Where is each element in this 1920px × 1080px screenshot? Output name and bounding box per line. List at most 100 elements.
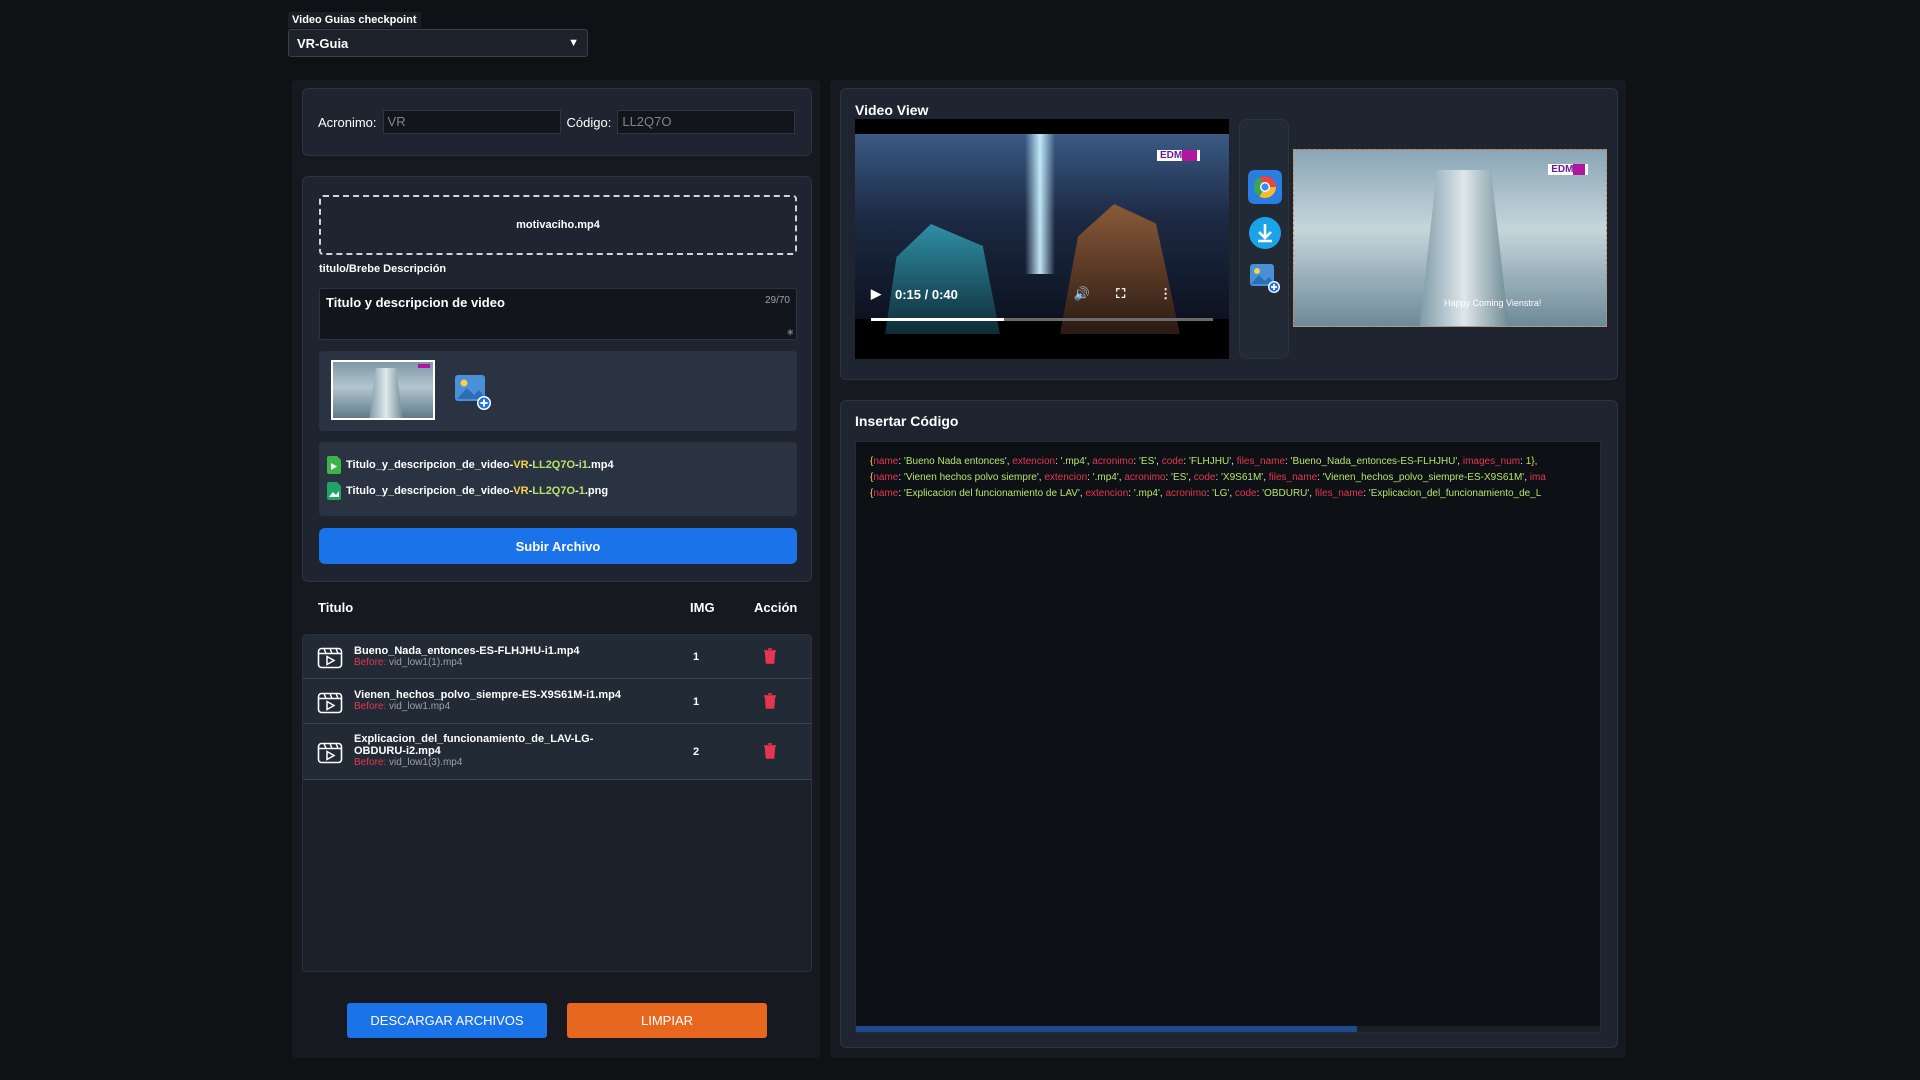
file-acronimo: VR xyxy=(513,459,529,471)
row-img-count: 1 xyxy=(693,696,700,708)
code-token: 'Explicacion del funcionamiento de LAV' xyxy=(903,488,1080,499)
file-code: LL2Q7O xyxy=(532,485,576,497)
download-icon[interactable] xyxy=(1248,216,1282,250)
file-suffix: i1 xyxy=(578,459,588,471)
generated-files-list: Titulo_y_descripcion_de_video-VR-LL2Q7O-… xyxy=(319,442,797,516)
video-view-card: Video View EDM ▶ 0:15 / 0:40 🔊 ⛶ ⋮ EDM H… xyxy=(840,88,1618,380)
add-image-icon[interactable] xyxy=(453,371,493,411)
fullscreen-icon[interactable]: ⛶ xyxy=(1116,286,1125,302)
code-token: '.mp4' xyxy=(1133,488,1160,499)
chrome-icon[interactable] xyxy=(1248,170,1282,204)
captured-frame[interactable]: EDM Happy Coming Vienstra! xyxy=(1293,149,1607,327)
video-table: Bueno_Nada_entonces-ES-FLHJHU-i1.mp4 Befo… xyxy=(302,634,812,972)
code-token: '.mp4' xyxy=(1060,456,1087,467)
still-caption: Happy Coming Vienstra! xyxy=(1444,298,1542,308)
code-token: name xyxy=(873,472,899,483)
code-token: 'X9S61M' xyxy=(1221,472,1264,483)
video-icon xyxy=(317,692,343,714)
code-token: extencion xyxy=(1085,488,1129,499)
column-header-titulo: Titulo xyxy=(318,600,354,615)
acronimo-input[interactable]: VR xyxy=(382,110,561,134)
code-token: name xyxy=(873,488,899,499)
guide-select[interactable]: VR-Guia ▼ xyxy=(288,29,588,57)
video-watermark: EDM xyxy=(1157,150,1200,161)
code-token: 'ES' xyxy=(1138,456,1157,467)
code-token: files_name xyxy=(1314,488,1364,499)
code-token: 'ES' xyxy=(1171,472,1189,483)
more-icon[interactable]: ⋮ xyxy=(1159,286,1172,302)
before-label: Before: xyxy=(354,657,387,668)
code-token: 'Bueno_Nada_entonces-ES-FLHJHU' xyxy=(1290,456,1458,467)
insert-code-title: Insertar Código xyxy=(855,413,959,429)
code-token: ima xyxy=(1529,472,1546,483)
file-code: LL2Q7O xyxy=(532,459,576,471)
file-acronimo: VR xyxy=(513,485,529,497)
trash-icon[interactable] xyxy=(763,648,777,664)
description-label: titulo/Brebe Descripción xyxy=(319,263,447,275)
before-label: Before: xyxy=(354,701,387,712)
code-token: code xyxy=(1193,472,1216,483)
description-value: Titulo y descripcion de video xyxy=(326,295,505,310)
clear-button[interactable]: LIMPIAR xyxy=(567,1003,767,1038)
char-counter: 29/70 xyxy=(764,295,790,306)
trash-icon[interactable] xyxy=(763,743,777,759)
resize-handle[interactable]: ∗ xyxy=(786,327,794,338)
code-token: extencion xyxy=(1012,456,1056,467)
code-token: 'FLHJHU' xyxy=(1188,456,1232,467)
player-controls: ▶ 0:15 / 0:40 🔊 ⛶ ⋮ xyxy=(855,269,1229,319)
file-base: Titulo_y_descripcion_de_video- xyxy=(346,485,514,497)
thumbnail-image[interactable] xyxy=(331,360,435,420)
code-token: name xyxy=(873,456,899,467)
download-files-button[interactable]: DESCARGAR ARCHIVOS xyxy=(347,1003,547,1038)
generated-file-row: Titulo_y_descripcion_de_video-VR-LL2Q7O-… xyxy=(327,478,789,504)
play-icon[interactable]: ▶ xyxy=(871,286,881,302)
table-row[interactable]: Vienen_hechos_polvo_siempre-ES-X9S61M-i1… xyxy=(303,679,811,724)
chevron-down-icon: ▼ xyxy=(568,37,579,49)
volume-icon[interactable]: 🔊 xyxy=(1074,286,1090,302)
code-token: 'Explicacion_del_funcionamiento_de_L xyxy=(1368,488,1542,499)
progress-fill xyxy=(871,318,1005,321)
code-token: '.mp4' xyxy=(1092,472,1119,483)
code-token: files_name xyxy=(1236,456,1286,467)
video-player[interactable]: EDM ▶ 0:15 / 0:40 🔊 ⛶ ⋮ xyxy=(855,119,1229,359)
table-row[interactable]: Bueno_Nada_entonces-ES-FLHJHU-i1.mp4 Befo… xyxy=(303,635,811,679)
row-file-name: Bueno_Nada_entonces-ES-FLHJHU-i1.mp4 xyxy=(354,645,580,657)
code-token: 'Bueno Nada entonces' xyxy=(903,456,1007,467)
insert-code-card: Insertar Código {name: 'Bueno Nada enton… xyxy=(840,400,1618,1048)
table-row[interactable]: Explicacion_del_funcionamiento_de_LAV-LG… xyxy=(303,724,811,780)
file-drop-zone[interactable]: motivaciho.mp4 xyxy=(319,195,797,255)
still-watermark: EDM xyxy=(1548,164,1588,175)
upload-card: motivaciho.mp4 titulo/Brebe Descripción … xyxy=(302,176,812,582)
code-editor[interactable]: {name: 'Bueno Nada entonces', extencion:… xyxy=(855,441,1601,1033)
description-textarea[interactable]: Titulo y descripcion de video 29/70 ∗ xyxy=(319,288,797,340)
add-image-icon[interactable] xyxy=(1248,260,1282,294)
code-token: }, xyxy=(1531,456,1538,467)
upload-file-button[interactable]: Subir Archivo xyxy=(319,528,797,564)
code-token: 'OBDURU' xyxy=(1262,488,1310,499)
code-token: acronimo xyxy=(1165,488,1207,499)
file-ext: .mp4 xyxy=(587,459,614,471)
still-watermark-text: EDM xyxy=(1551,164,1574,175)
video-toolbar xyxy=(1239,119,1289,359)
codigo-input[interactable]: LL2Q7O xyxy=(617,110,796,134)
code-info-card: Acronimo: VR Código: LL2Q7O xyxy=(302,88,812,156)
code-token: 'LG' xyxy=(1212,488,1230,499)
code-token: 'Vienen hechos polvo siempre' xyxy=(903,472,1039,483)
progress-bar[interactable] xyxy=(871,318,1213,321)
code-line: {name: 'Explicacion del funcionamiento d… xyxy=(856,486,1600,502)
horizontal-scrollbar[interactable] xyxy=(856,1026,1600,1032)
trash-icon[interactable] xyxy=(763,693,777,709)
scrollbar-thumb[interactable] xyxy=(856,1026,1357,1032)
code-token: code xyxy=(1161,456,1184,467)
code-lines: {name: 'Bueno Nada entonces', extencion:… xyxy=(856,442,1600,502)
code-token: extencion xyxy=(1044,472,1088,483)
code-token: 'Vienen_hechos_polvo_siempre-ES-X9S61M' xyxy=(1322,472,1525,483)
code-line: {name: 'Bueno Nada entonces', extencion:… xyxy=(856,454,1600,470)
row-before-name: vid_low1(3).mp4 xyxy=(389,757,463,768)
guide-select-value: VR-Guia xyxy=(297,35,349,51)
image-file-icon xyxy=(327,482,341,500)
time-display: 0:15 / 0:40 xyxy=(895,286,958,302)
row-before-name: vid_low1.mp4 xyxy=(389,701,451,712)
code-token: images_num xyxy=(1462,456,1521,467)
column-header-accion: Acción xyxy=(754,600,798,615)
